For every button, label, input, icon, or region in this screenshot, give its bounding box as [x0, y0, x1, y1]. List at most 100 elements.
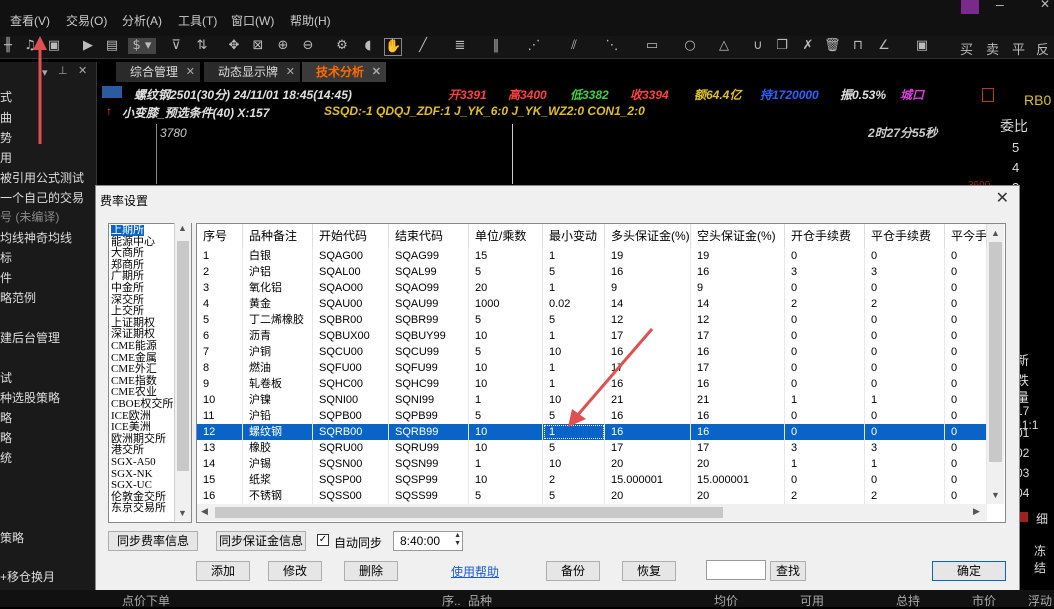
table-cell[interactable]: 1: [865, 392, 945, 408]
table-cell[interactable]: SQFU00: [313, 360, 389, 376]
table-cell[interactable]: SQAL00: [313, 264, 389, 280]
exchange-item[interactable]: 能源中心: [111, 236, 155, 248]
tab-dynamic-board[interactable]: 动态显示牌 ✕: [204, 62, 302, 82]
table-cell[interactable]: SQSN00: [313, 456, 389, 472]
table-cell[interactable]: 12: [197, 424, 243, 440]
table-cell[interactable]: 0: [945, 248, 987, 264]
delete-button[interactable]: 删除: [344, 561, 398, 581]
line-icon[interactable]: ╱: [415, 38, 431, 54]
table-row[interactable]: 14 沪锡 SQSN00 SQSN99 1 10 20 20 1 1 0: [197, 456, 987, 472]
column-header[interactable]: 平今手: [945, 224, 987, 248]
scroll-thumb[interactable]: [989, 242, 1002, 462]
exchange-item[interactable]: 深证期权: [111, 329, 155, 340]
table-cell[interactable]: 20: [691, 488, 785, 504]
table-cell[interactable]: 沪铅: [243, 408, 313, 424]
column-header[interactable]: 结束代码: [389, 224, 469, 248]
table-cell[interactable]: 20: [691, 456, 785, 472]
scroll-right-icon[interactable]: ▶: [973, 506, 980, 517]
table-cell[interactable]: SQAO99: [389, 280, 469, 296]
detail-button[interactable]: 细: [1036, 510, 1048, 527]
triangle-icon[interactable]: △: [716, 38, 732, 54]
table-cell[interactable]: 16: [691, 424, 785, 440]
crosshair-icon[interactable]: ⊠: [250, 38, 266, 54]
left-item[interactable]: 略: [0, 429, 12, 446]
table-cell[interactable]: 0: [865, 312, 945, 328]
pin-icon[interactable]: ⊥: [58, 64, 68, 77]
rectangle-icon[interactable]: ▭: [644, 38, 660, 54]
table-cell[interactable]: 纸浆: [243, 472, 313, 488]
exchange-item[interactable]: 深交所: [111, 294, 144, 306]
table-vscrollbar[interactable]: ▲ ▼: [987, 224, 1004, 504]
table-cell[interactable]: 17: [691, 360, 785, 376]
table-cell[interactable]: 2: [543, 472, 605, 488]
close-panel-icon[interactable]: ✕: [78, 64, 87, 77]
table-cell[interactable]: 黄金: [243, 296, 313, 312]
edit-button[interactable]: 修改: [268, 561, 322, 581]
table-cell[interactable]: 0: [945, 424, 987, 440]
sync-margin-button[interactable]: 同步保证金信息: [216, 531, 306, 551]
table-cell[interactable]: 19: [691, 248, 785, 264]
table-cell[interactable]: SQRU99: [389, 440, 469, 456]
table-row[interactable]: 3 氧化铝 SQAO00 SQAO99 20 1 9 9 0 0 0: [197, 280, 987, 296]
help-link[interactable]: 使用帮助: [451, 563, 499, 580]
table-cell[interactable]: 0: [945, 472, 987, 488]
table-cell[interactable]: SQBUY99: [389, 328, 469, 344]
table-cell[interactable]: 17: [691, 440, 785, 456]
table-cell[interactable]: 10: [469, 360, 543, 376]
table-cell[interactable]: 0: [865, 344, 945, 360]
table-cell[interactable]: 2: [865, 296, 945, 312]
table-cell[interactable]: 16: [691, 264, 785, 280]
column-header[interactable]: 最小变动: [543, 224, 605, 248]
table-row[interactable]: 16 不锈钢 SQSS00 SQSS99 5 5 20 20 2 2 0: [197, 488, 987, 504]
exchange-list-scrollbar[interactable]: ▲ ▼: [174, 223, 191, 521]
left-item[interactable]: 号 (未编译): [0, 208, 59, 225]
table-cell[interactable]: SQNI99: [389, 392, 469, 408]
table-cell[interactable]: SQCU00: [313, 344, 389, 360]
table-cell[interactable]: 3: [197, 280, 243, 296]
table-cell[interactable]: 13: [197, 440, 243, 456]
table-row[interactable]: 4 黄金 SQAU00 SQAU99 1000 0.02 14 14 2 2 0: [197, 296, 987, 312]
table-cell[interactable]: 16: [691, 408, 785, 424]
scroll-thumb[interactable]: [177, 241, 189, 471]
restore-button[interactable]: 恢复: [622, 561, 676, 581]
exchange-item[interactable]: SGX-NK: [111, 468, 153, 480]
auto-sync-checkbox[interactable]: ✓: [317, 534, 329, 546]
exchange-item[interactable]: CBOE权交所: [111, 399, 173, 410]
circle-icon[interactable]: ○: [682, 38, 698, 54]
table-cell[interactable]: 1: [785, 392, 865, 408]
table-cell[interactable]: 20: [605, 488, 691, 504]
table-cell[interactable]: SQRB99: [389, 424, 469, 440]
table-cell[interactable]: 0: [785, 408, 865, 424]
column-header[interactable]: 序号: [197, 224, 243, 248]
table-cell[interactable]: 14: [691, 296, 785, 312]
table-cell[interactable]: SQRB00: [313, 424, 389, 440]
table-cell[interactable]: SQPB99: [389, 408, 469, 424]
table-cell[interactable]: 0: [865, 360, 945, 376]
table-cell[interactable]: 1: [469, 392, 543, 408]
table-cell[interactable]: 17: [691, 328, 785, 344]
exchange-item[interactable]: CME金属: [111, 352, 157, 364]
toggle-icon[interactable]: [982, 88, 994, 102]
table-cell[interactable]: 10: [469, 424, 543, 440]
table-cell[interactable]: SQAU99: [389, 296, 469, 312]
column-header[interactable]: 单位/乘数: [469, 224, 543, 248]
table-cell[interactable]: 白银: [243, 248, 313, 264]
table-cell[interactable]: 5: [469, 408, 543, 424]
table-cell[interactable]: 10: [469, 328, 543, 344]
table-cell[interactable]: 0: [785, 424, 865, 440]
table-row[interactable]: 15 纸浆 SQSP00 SQSP99 10 2 15.000001 15.000001 0 0 0: [197, 472, 987, 488]
add-button[interactable]: 添加: [196, 561, 250, 581]
scroll-down-icon[interactable]: ▼: [991, 490, 1000, 500]
table-cell[interactable]: SQBUX00: [313, 328, 389, 344]
table-cell[interactable]: SQFU99: [389, 360, 469, 376]
table-cell[interactable]: 0: [945, 296, 987, 312]
left-item[interactable]: 试: [0, 369, 12, 386]
table-cell[interactable]: 3: [785, 264, 865, 280]
table-cell[interactable]: 0: [865, 248, 945, 264]
table-cell[interactable]: 0: [785, 360, 865, 376]
table-cell[interactable]: 16: [691, 376, 785, 392]
table-cell[interactable]: 0: [945, 456, 987, 472]
table-cell[interactable]: 0: [865, 280, 945, 296]
left-item[interactable]: 建后台管理: [0, 329, 60, 346]
table-cell[interactable]: 10: [469, 472, 543, 488]
